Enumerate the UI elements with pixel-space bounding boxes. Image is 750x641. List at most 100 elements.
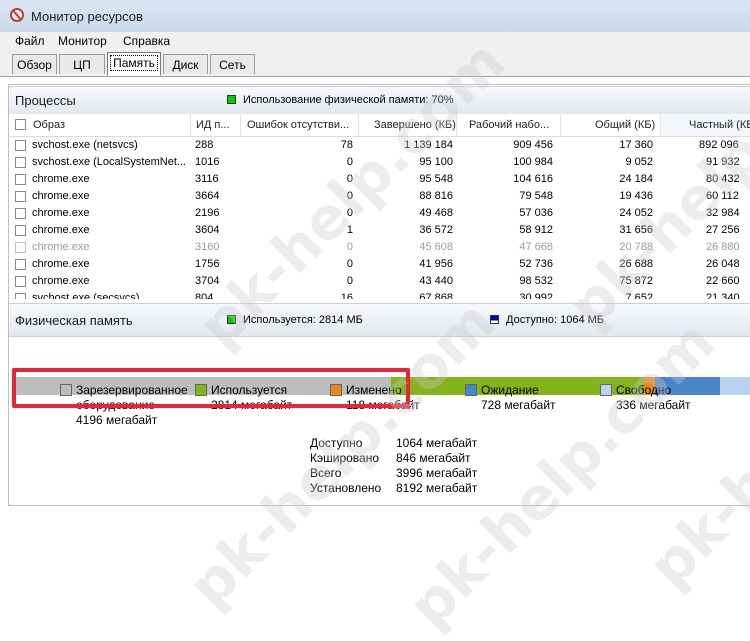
stat-total: Всего 3996 мегабайт [310,466,478,480]
cell-working: 30 992 [519,292,553,299]
cell-working: 100 984 [513,156,553,168]
cell-image: svchost.exe (secsvcs) [32,292,140,299]
row-checkbox[interactable] [15,225,26,236]
table-row[interactable]: chrome.exe 3604 1 36 572 58 912 31 656 2… [9,222,750,239]
bar-segment-free [720,377,750,395]
stat-cached: Кэшировано 846 мегабайт [310,451,471,465]
cell-image: chrome.exe [32,241,90,253]
title-bar: Монитор ресурсов [0,0,750,33]
row-checkbox[interactable] [15,157,26,168]
cell-commit: 67 868 [419,292,453,299]
row-checkbox[interactable] [15,276,26,287]
cell-working: 98 532 [519,275,553,287]
cell-working: 52 736 [519,258,553,270]
cell-pid: 3160 [195,241,220,253]
cell-shared: 24 184 [619,173,653,185]
row-checkbox[interactable] [15,208,26,219]
tab-disk[interactable]: Диск [163,54,208,74]
col-shareable[interactable]: Общий (КБ) [561,114,661,136]
cell-shared: 31 656 [619,224,653,236]
cell-pid: 3704 [195,275,220,287]
physical-memory-title: Физическая память [15,313,133,328]
cell-pid: 3116 [195,173,219,185]
cell-commit: 49 468 [419,207,453,219]
cell-working: 79 548 [519,190,553,202]
cell-shared: 75 872 [619,275,653,287]
physical-memory-header[interactable]: Физическая память Используется: 2814 МБ … [9,303,750,337]
cell-pid: 1756 [195,258,220,270]
table-row[interactable]: chrome.exe 3116 0 95 548 104 616 24 184 … [9,171,750,188]
menu-file[interactable]: Файл [15,34,45,48]
row-checkbox[interactable] [15,242,26,253]
row-checkbox[interactable] [15,259,26,270]
table-row[interactable]: svchost.exe (secsvcs) 804 16 67 868 30 9… [9,290,750,299]
table-row[interactable]: chrome.exe 3704 0 43 440 98 532 75 872 2… [9,273,750,290]
cell-faults: 0 [346,275,353,287]
used-color-square [227,315,236,324]
cell-commit: 95 548 [419,173,453,185]
cell-shared: 26 688 [619,258,653,270]
available-color-square [490,315,499,324]
cell-working: 909 456 [513,139,553,151]
cell-private: 80 432 [706,173,740,185]
col-image[interactable]: Образ [31,114,191,136]
cell-pid: 804 [195,292,214,299]
menu-help[interactable]: Справка [123,34,170,48]
col-commit[interactable]: Завершено (КБ) [359,114,457,136]
table-row[interactable]: chrome.exe 2196 0 49 468 57 036 24 052 3… [9,205,750,222]
cell-working: 104 616 [513,173,553,185]
table-row[interactable]: svchost.exe (netsvcs) 288 78 1 139 184 9… [9,137,750,154]
processes-header[interactable]: Процессы Использование физической памяти… [9,86,750,115]
tab-strip: Обзор ЦП Память Диск Сеть [0,50,750,77]
table-row[interactable]: svchost.exe (LocalSystemNet... 1016 0 95… [9,154,750,171]
row-checkbox[interactable] [15,191,26,202]
window-title: Монитор ресурсов [31,9,143,24]
table-row[interactable]: chrome.exe 3664 0 88 816 79 548 19 436 6… [9,188,750,205]
cell-private: 892 096 [699,139,739,151]
cell-private: 26 048 [706,258,740,270]
col-working-set[interactable]: Рабочий набо... [457,114,561,136]
cell-image: svchost.exe (netsvcs) [32,139,138,151]
tab-network[interactable]: Сеть [210,54,255,74]
cell-image: svchost.exe (LocalSystemNet... [32,156,187,168]
cell-private: 60 112 [706,190,739,202]
tab-memory[interactable]: Память [107,52,161,76]
legend-swatch [600,384,612,396]
stat-installed: Установлено 8192 мегабайт [310,481,478,495]
highlight-box [12,368,410,408]
tab-cpu[interactable]: ЦП [59,54,105,74]
select-all-checkbox[interactable] [15,119,26,130]
row-checkbox[interactable] [15,293,26,299]
col-private[interactable]: Частный (КБ [661,114,750,136]
process-table-header: Образ ИД п... Ошибок отсутстви... Заверш… [9,114,750,137]
tab-overview[interactable]: Обзор [12,54,57,74]
cell-pid: 288 [195,139,214,151]
row-checkbox[interactable] [15,140,26,151]
table-row[interactable]: chrome.exe 1756 0 41 956 52 736 26 688 2… [9,256,750,273]
cell-private: 27 256 [706,224,740,236]
usage-label: Использование физической памяти: 70% [243,94,454,106]
menu-monitor[interactable]: Монитор [58,34,107,48]
col-hard-faults[interactable]: Ошибок отсутстви... [241,114,359,136]
cell-working: 57 036 [519,207,553,219]
cell-shared: 9 052 [625,156,653,168]
cell-faults: 0 [346,258,353,270]
cell-pid: 2196 [195,207,220,219]
cell-shared: 24 052 [619,207,653,219]
cell-private: 21 340 [706,292,740,299]
col-pid[interactable]: ИД п... [191,114,241,136]
cell-working: 58 912 [519,224,553,236]
stat-available: Доступно 1064 мегабайт [310,436,478,450]
cell-commit: 41 956 [419,258,453,270]
cell-commit: 45 608 [419,241,453,253]
cell-image: chrome.exe [32,258,90,270]
processes-title: Процессы [15,93,76,108]
cell-faults: 1 [346,224,353,236]
cell-image: chrome.exe [32,275,90,287]
cell-faults: 0 [346,173,353,185]
menu-bar: Файл Монитор Справка [0,32,750,50]
cell-commit: 43 440 [419,275,453,287]
table-row[interactable]: chrome.exe 3160 0 45 608 47 668 20 788 2… [9,239,750,256]
row-checkbox[interactable] [15,174,26,185]
cell-shared: 17 360 [619,139,653,151]
